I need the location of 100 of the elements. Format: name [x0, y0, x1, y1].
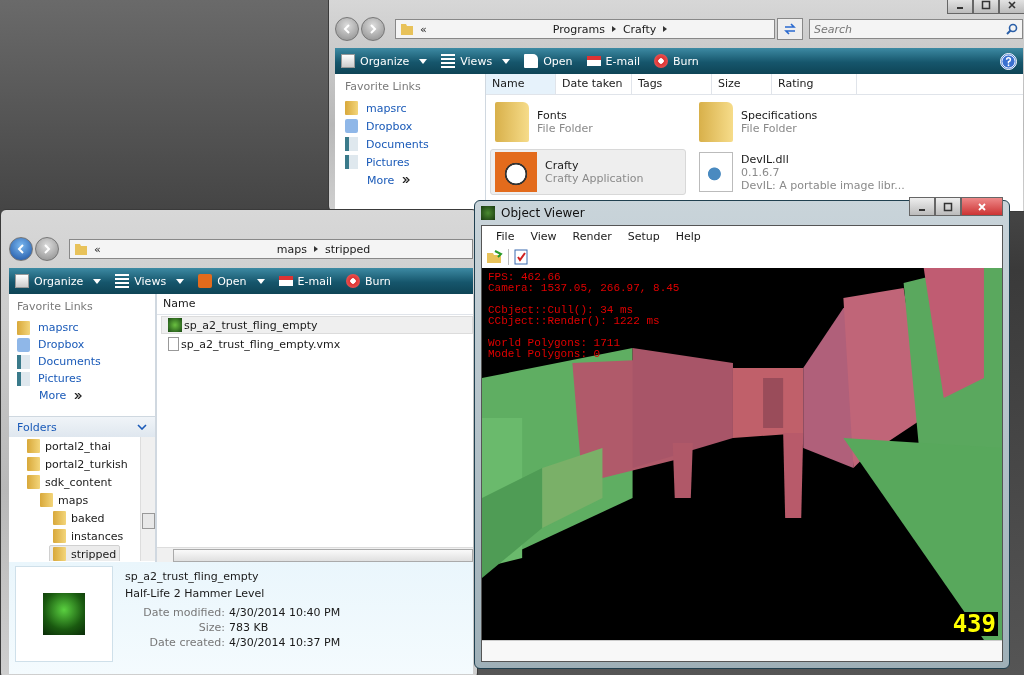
folders-header[interactable]: Folders [9, 416, 155, 437]
toolbar-button[interactable]: Organize [341, 54, 428, 68]
frame-counter: 439 [950, 612, 998, 636]
open-folder-icon[interactable] [486, 249, 504, 265]
favorite-link[interactable]: Pictures [345, 153, 485, 171]
minimize-button[interactable] [909, 197, 935, 216]
favorite-link[interactable]: Dropbox [345, 117, 485, 135]
help-icon[interactable] [1000, 52, 1017, 70]
file-row[interactable]: sp_a2_trust_fling_empty [161, 316, 473, 334]
file-tile[interactable]: Specifications File Folder [694, 99, 924, 145]
folder-icon [345, 101, 358, 115]
back-button[interactable] [9, 237, 33, 261]
favorite-link[interactable]: Documents [17, 353, 155, 370]
file-detail: 0.1.6.7 [741, 165, 781, 179]
caret-icon[interactable] [502, 58, 511, 64]
column-header[interactable]: Date taken [556, 74, 632, 94]
address-bar[interactable]: « Programs Crafty [395, 19, 775, 39]
breadcrumb[interactable]: Programs [552, 22, 605, 36]
breadcrumb[interactable]: Crafty [622, 22, 657, 36]
forward-button[interactable] [35, 237, 59, 261]
folder-tree-item[interactable]: instances [49, 527, 128, 545]
toolbar-button[interactable]: Views [115, 274, 185, 288]
folder-tree-item[interactable]: baked [49, 509, 109, 527]
favorite-link[interactable]: Documents [345, 135, 485, 153]
menu-item[interactable]: Help [669, 229, 707, 243]
column-header[interactable]: Tags [632, 74, 712, 94]
maximize-button[interactable] [973, 0, 999, 14]
folder-tree-item[interactable]: sdk_content [23, 473, 116, 491]
disc-icon [654, 54, 668, 68]
maximize-button[interactable] [935, 197, 961, 216]
file-row[interactable]: sp_a2_trust_fling_empty.vmx [161, 335, 473, 353]
caret-icon[interactable] [256, 278, 265, 284]
breadcrumb[interactable]: « [420, 22, 427, 36]
scrollbar[interactable] [140, 437, 155, 561]
menu-item[interactable]: File [490, 229, 521, 243]
column-header[interactable]: Size [712, 74, 772, 94]
folder-tree-item[interactable]: portal2_thai [23, 437, 115, 455]
triangle-right-icon[interactable] [312, 246, 319, 252]
search-icon[interactable] [1006, 23, 1018, 35]
column-header[interactable]: Rating [772, 74, 857, 94]
debug-text: Camera: 1537.05, 266.97, 8.45 [488, 283, 680, 294]
section-heading: Favorite Links [345, 80, 422, 93]
property-label: Size: [197, 621, 225, 634]
close-button[interactable] [999, 0, 1024, 14]
property-value: 4/30/2014 10:40 PM [229, 606, 341, 619]
folder-icon [74, 242, 88, 256]
breadcrumb[interactable]: stripped [324, 242, 371, 256]
breadcrumb[interactable]: « [94, 242, 101, 256]
search-field[interactable]: Search [809, 19, 1023, 39]
envelope-icon [278, 276, 293, 286]
caret-icon[interactable] [176, 278, 185, 284]
column-header[interactable]: Name [157, 294, 473, 314]
menu-item[interactable]: Setup [621, 229, 666, 243]
file-tile[interactable]: Crafty Crafty Application [490, 149, 686, 195]
double-chevron-icon [402, 177, 411, 183]
favorite-link[interactable]: mapsrc [345, 99, 485, 117]
address-bar[interactable]: « maps stripped [69, 239, 473, 259]
toolbar-button[interactable]: Views [441, 54, 511, 68]
caret-icon[interactable] [93, 278, 102, 284]
close-icon [1007, 0, 1017, 10]
column-header[interactable]: Name [486, 74, 556, 94]
file-name: Specifications [741, 109, 818, 122]
folder-icon [17, 320, 30, 335]
triangle-right-icon[interactable] [610, 26, 617, 32]
forward-button[interactable] [361, 17, 385, 41]
back-button[interactable] [335, 17, 359, 41]
checklist-icon[interactable] [513, 249, 529, 265]
folder-tree-item[interactable]: portal2_turkish [23, 455, 132, 473]
scrollbar[interactable] [157, 547, 473, 562]
refresh-button[interactable] [777, 18, 803, 40]
favorite-link[interactable]: mapsrc [17, 319, 155, 336]
triangle-right-icon[interactable] [662, 26, 669, 32]
more-link[interactable]: More [345, 171, 485, 189]
favorite-link[interactable]: Pictures [17, 370, 155, 387]
toolbar-button[interactable]: Organize [15, 274, 102, 288]
toolbar-button[interactable]: E-mail [278, 274, 332, 288]
minimize-button[interactable] [947, 0, 973, 14]
folder-tree-item[interactable]: maps [36, 491, 93, 509]
file-detail: File Folder [741, 122, 798, 135]
toolbar-button[interactable]: Burn [654, 54, 699, 68]
folder-icon [27, 457, 40, 471]
close-button[interactable] [961, 197, 1003, 216]
toolbar-button[interactable]: Open [524, 54, 573, 68]
toolbar-button[interactable]: Burn [346, 274, 391, 288]
grid-icon [115, 274, 130, 288]
toolbar-button[interactable]: Open [198, 274, 265, 288]
file-name: DevIL.dll [741, 152, 790, 166]
file-detail: Crafty Application [545, 172, 644, 185]
file-tile[interactable]: Fonts File Folder [490, 99, 686, 145]
more-link[interactable]: More [17, 387, 155, 404]
page-icon [524, 54, 539, 68]
menu-item[interactable]: View [524, 229, 563, 243]
favorite-link[interactable]: Dropbox [17, 336, 155, 353]
breadcrumb[interactable]: maps [276, 242, 307, 256]
toolbar-button[interactable]: E-mail [586, 54, 640, 68]
folder-tree-item[interactable]: stripped [49, 545, 121, 561]
file-tile[interactable]: DevIL.dll 0.1.6.7 DevIL: A portable image libr... [694, 149, 924, 195]
caret-icon[interactable] [419, 58, 428, 64]
menu-item[interactable]: Render [566, 229, 618, 243]
folder-icon [53, 547, 66, 561]
